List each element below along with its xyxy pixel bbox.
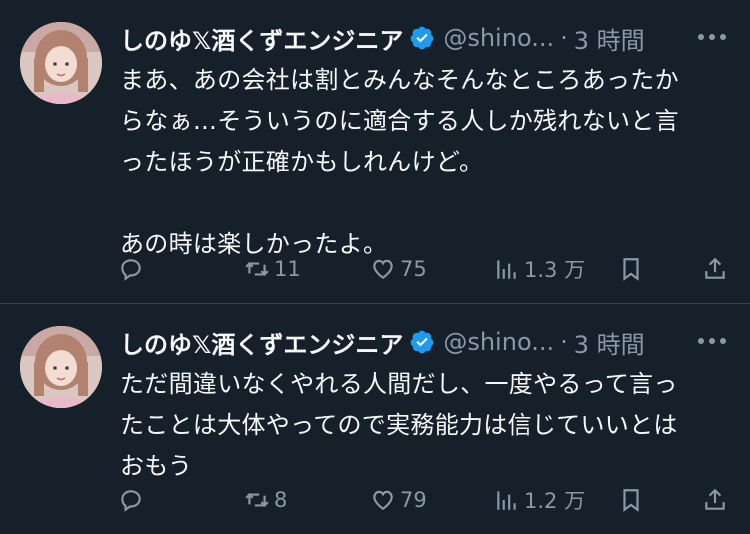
bookmark-icon [618, 487, 644, 513]
views-bar-icon [494, 256, 520, 282]
handle[interactable]: @shino... [443, 328, 554, 356]
like-count: 79 [400, 488, 427, 512]
reply-button[interactable] [118, 252, 148, 286]
views-bar-icon [494, 487, 520, 513]
tweet-feed: しのゆ𝕏酒くずエンジニア @shino... · 3 時間 まあ、あの会社は割と… [0, 0, 750, 534]
reply-icon [118, 487, 144, 513]
tweet-header: しのゆ𝕏酒くずエンジニア @shino... · 3 時間 [120, 324, 645, 360]
tweet-header: しのゆ𝕏酒くずエンジニア @shino... · 3 時間 [120, 20, 645, 56]
share-button[interactable] [702, 483, 728, 517]
share-icon [702, 256, 728, 282]
separator-dot: · [560, 24, 568, 52]
views-button[interactable]: 1.2 万 [494, 483, 585, 517]
verified-badge-icon [409, 329, 435, 355]
share-button[interactable] [702, 252, 728, 286]
tweet-actions: 11 75 1.3 万 [118, 252, 730, 286]
like-button[interactable]: 75 [370, 252, 427, 286]
retweet-icon [244, 256, 270, 282]
tweet[interactable]: しのゆ𝕏酒くずエンジニア @shino... · 3 時間 ただ間違いなくやれる… [0, 304, 750, 534]
views-count: 1.2 万 [524, 489, 586, 513]
bookmark-button[interactable] [618, 483, 644, 517]
retweet-count: 11 [274, 257, 301, 281]
views-count: 1.3 万 [524, 258, 586, 282]
bookmark-button[interactable] [618, 252, 644, 286]
heart-icon [370, 487, 396, 513]
display-name[interactable]: しのゆ𝕏酒くずエンジニア [120, 325, 403, 360]
tweet-actions: 8 79 1.2 万 [118, 483, 730, 517]
tweet-text: ただ間違いなくやれる人間だし、一度やるって言っ たことは大体やってので実務能力は… [120, 370, 678, 480]
bookmark-icon [618, 256, 644, 282]
tweet[interactable]: しのゆ𝕏酒くずエンジニア @shino... · 3 時間 まあ、あの会社は割と… [0, 0, 750, 303]
timestamp[interactable]: 3 時間 [574, 325, 645, 360]
heart-icon [370, 256, 396, 282]
more-horizontal-icon[interactable] [694, 326, 730, 356]
avatar[interactable] [20, 22, 102, 104]
more-horizontal-icon[interactable] [694, 22, 730, 52]
like-count: 75 [400, 257, 427, 281]
timestamp[interactable]: 3 時間 [574, 21, 645, 56]
retweet-icon [244, 487, 270, 513]
handle[interactable]: @shino... [443, 24, 554, 52]
reply-icon [118, 256, 144, 282]
tweet-text: まあ、あの会社は割とみんなそんなところあったか らなぁ…そういうのに適合する人し… [120, 66, 679, 258]
verified-badge-icon [409, 25, 435, 51]
views-button[interactable]: 1.3 万 [494, 252, 585, 286]
like-button[interactable]: 79 [370, 483, 427, 517]
reply-button[interactable] [118, 483, 148, 517]
separator-dot: · [560, 328, 568, 356]
retweet-button[interactable]: 8 [244, 483, 287, 517]
display-name[interactable]: しのゆ𝕏酒くずエンジニア [120, 21, 403, 56]
retweet-count: 8 [274, 488, 288, 512]
retweet-button[interactable]: 11 [244, 252, 301, 286]
share-icon [702, 487, 728, 513]
avatar[interactable] [20, 326, 102, 408]
